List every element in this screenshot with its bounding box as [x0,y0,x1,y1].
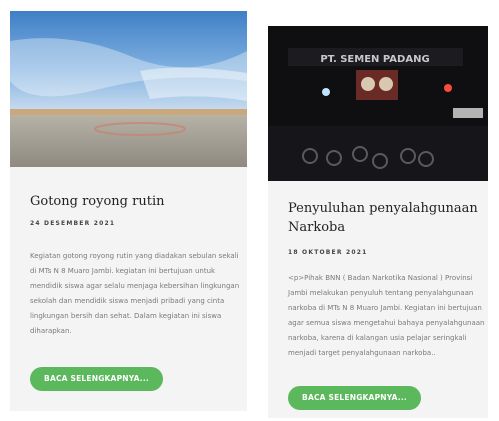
night-building-photo: PT. SEMEN PADANG [268,26,488,181]
post-excerpt: Kegiatan gotong royong rutin yang diadak… [30,252,240,335]
read-more-button[interactable]: BACA SELENGKAPNYA... [30,367,163,391]
post-thumbnail[interactable]: PT. SEMEN PADANG [268,26,488,181]
post-date: 18 OKTOBER 2021 [288,249,368,256]
post-card: PT. SEMEN PADANG Penyuluhan penyalahguna… [268,26,488,418]
post-date: 24 DESEMBER 2021 [30,220,116,227]
post-excerpt: <p>Pihak BNN ( Badan Narkotika Nasional … [288,274,485,357]
building-sign: PT. SEMEN PADANG [320,54,429,65]
post-thumbnail[interactable] [10,11,247,167]
read-more-button[interactable]: BACA SELENGKAPNYA... [288,386,421,410]
post-title[interactable]: Penyuluhan penyalahgunaan Narkoba [288,199,483,237]
beach-photo [10,11,247,167]
post-card: Gotong royong rutin 24 DESEMBER 2021 Keg… [10,11,247,411]
post-title[interactable]: Gotong royong rutin [30,192,240,211]
